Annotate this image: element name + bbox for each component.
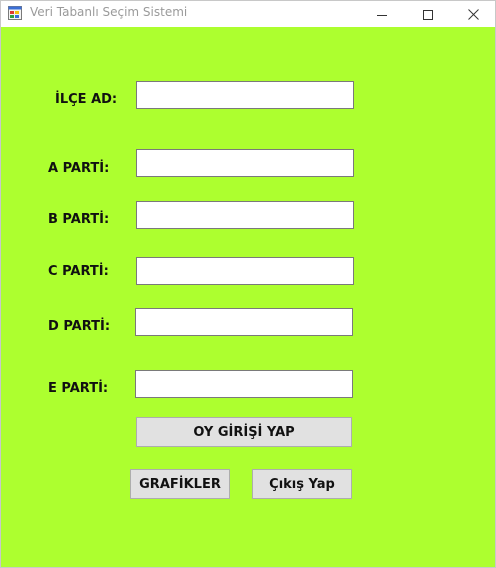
ilce-ad-label: İLÇE AD: (55, 92, 118, 107)
grafikler-button[interactable]: GRAFİKLER (130, 469, 230, 499)
maximize-button[interactable] (405, 1, 451, 27)
a-parti-input[interactable] (136, 149, 354, 177)
minimize-button[interactable] (359, 1, 405, 27)
maximize-icon (423, 5, 433, 24)
d-parti-label: D PARTİ: (48, 319, 111, 334)
window-title: Veri Tabanlı Seçim Sistemi (30, 5, 188, 19)
cikis-yap-button[interactable]: Çıkış Yap (252, 469, 352, 499)
c-parti-input[interactable] (136, 257, 354, 285)
e-parti-input[interactable] (135, 370, 353, 398)
minimize-icon (377, 5, 387, 24)
app-window: Veri Tabanlı Seçim Sistemi İLÇE AD: A PA… (0, 0, 496, 568)
ilce-ad-input[interactable] (136, 81, 354, 109)
close-icon (467, 5, 479, 24)
form-client-area: İLÇE AD: A PARTİ: B PARTİ: C PARTİ: D PA… (1, 27, 495, 567)
b-parti-label: B PARTİ: (48, 212, 110, 227)
d-parti-input[interactable] (135, 308, 353, 336)
windows-form-icon (8, 5, 22, 20)
c-parti-label: C PARTİ: (48, 264, 109, 279)
e-parti-label: E PARTİ: (48, 381, 109, 396)
b-parti-input[interactable] (136, 201, 354, 229)
title-bar[interactable]: Veri Tabanlı Seçim Sistemi (1, 1, 495, 27)
oy-girisi-yap-button[interactable]: OY GİRİŞİ YAP (136, 417, 352, 447)
close-button[interactable] (450, 1, 496, 27)
a-parti-label: A PARTİ: (48, 161, 110, 176)
